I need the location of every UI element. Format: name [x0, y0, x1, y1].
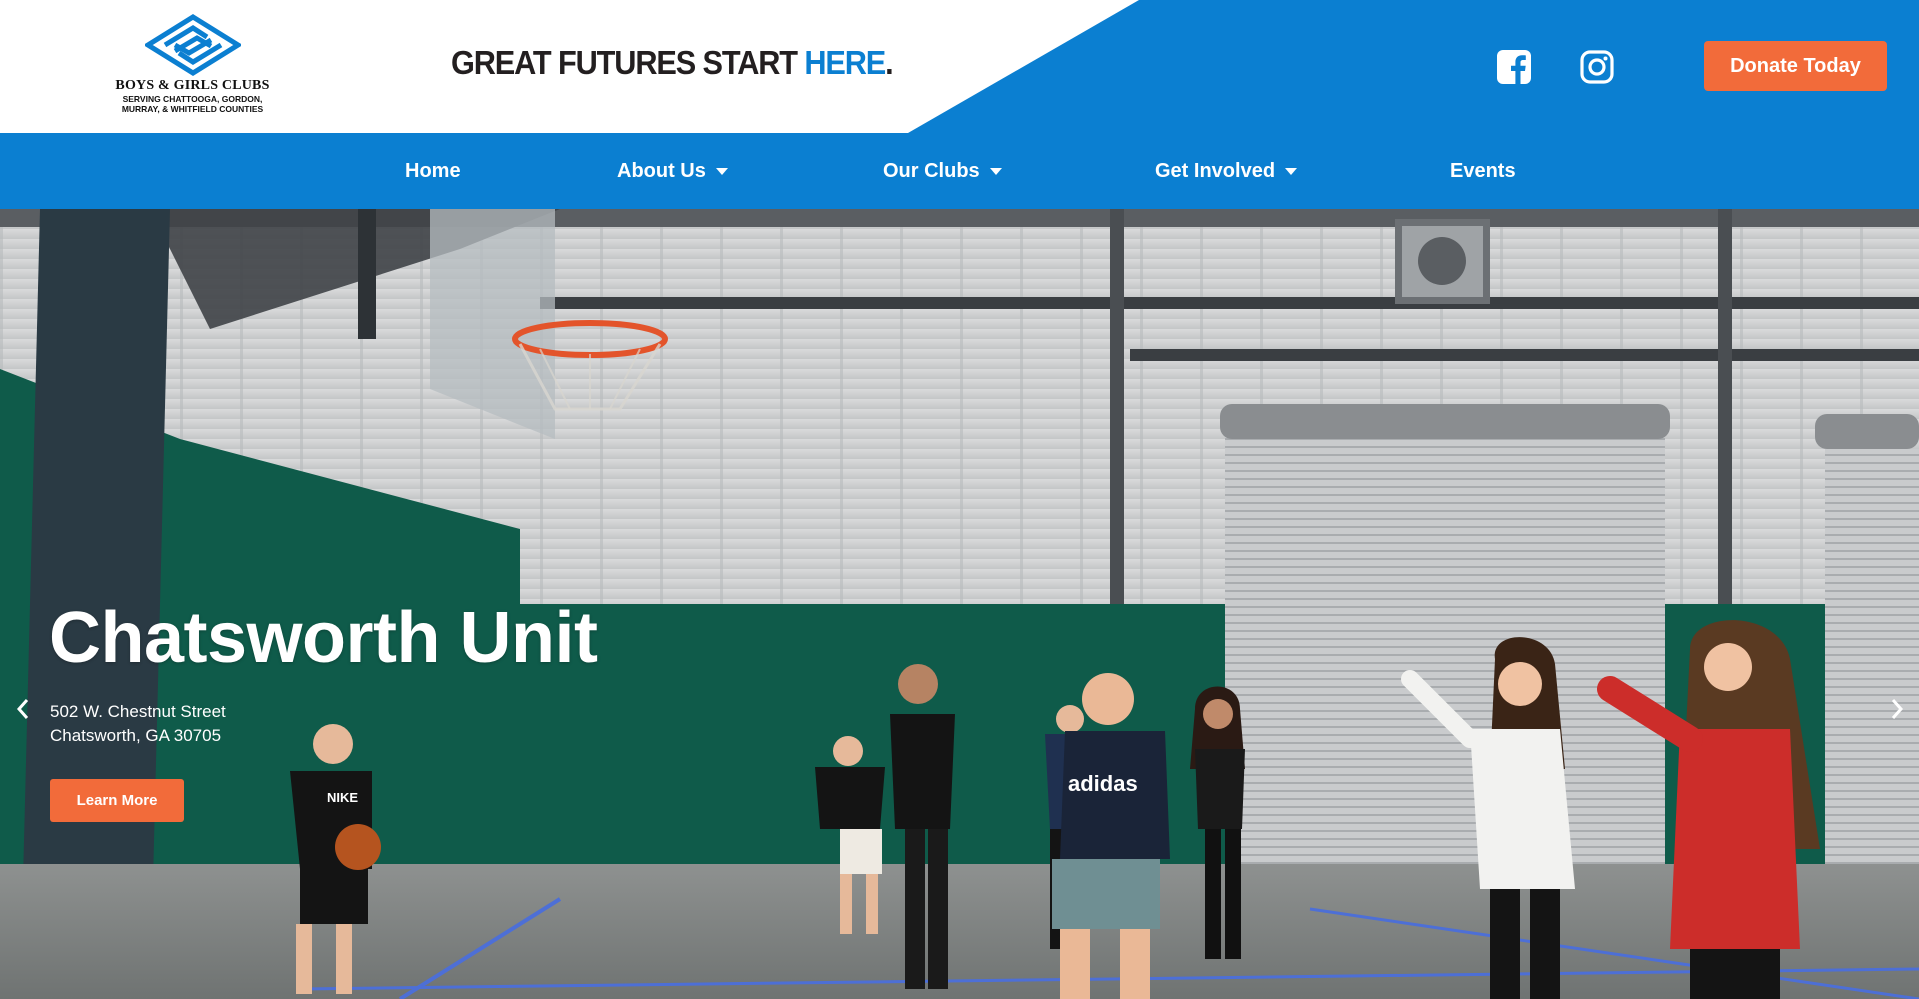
tagline: GREAT FUTURES START HERE.: [451, 44, 894, 82]
nav-item-label: Events: [1450, 159, 1516, 182]
logo-subtitle: SERVING CHATTOOGA, GORDON, MURRAY, & WHI…: [121, 94, 264, 114]
donate-button[interactable]: Donate Today: [1704, 41, 1887, 91]
instagram-icon: [1580, 50, 1614, 84]
chevron-left-icon: [16, 699, 29, 719]
main-nav: Home About Us Our Clubs Get Involved Eve…: [0, 133, 1919, 209]
tagline-main: GREAT FUTURES START: [451, 44, 805, 81]
slider-prev-button[interactable]: [8, 689, 38, 729]
tagline-accent: HERE: [804, 44, 886, 81]
facebook-link[interactable]: [1494, 47, 1534, 87]
nav-item-label: Our Clubs: [883, 159, 980, 182]
nav-item-label: Get Involved: [1155, 159, 1276, 182]
nav-item-events[interactable]: Events: [1450, 133, 1516, 209]
shirt-text-adidas: adidas: [1068, 771, 1138, 796]
shirt-text-nike: NIKE: [327, 790, 358, 805]
logo-name: BOYS & GIRLS CLUBS: [115, 78, 270, 93]
nav-item-about-us[interactable]: About Us: [617, 133, 728, 209]
caret-down-icon: [989, 167, 1002, 175]
nav-item-our-clubs[interactable]: Our Clubs: [883, 133, 1002, 209]
nav-item-label: About Us: [617, 159, 706, 182]
hero-title: Chatsworth Unit: [49, 598, 598, 678]
clasped-hands-logo-icon: [144, 14, 241, 76]
hero-slider: NIKE adidas Chatsworth Unit 502 W. Chest…: [0, 209, 1919, 999]
club-logo[interactable]: BOYS & GIRLS CLUBS SERVING CHATTOOGA, GO…: [105, 14, 280, 122]
caret-down-icon: [715, 167, 728, 175]
hero-address-line-1: 502 W. Chestnut Street: [50, 702, 226, 721]
tagline-end: .: [885, 44, 894, 81]
hero-address-line-2: Chatsworth, GA 30705: [50, 726, 222, 745]
instagram-link[interactable]: [1577, 47, 1617, 87]
caret-down-icon: [1285, 167, 1298, 175]
nav-item-get-involved[interactable]: Get Involved: [1155, 133, 1298, 209]
slider-next-button[interactable]: [1882, 689, 1912, 729]
site-header: BOYS & GIRLS CLUBS SERVING CHATTOOGA, GO…: [0, 0, 1919, 133]
learn-more-button[interactable]: Learn More: [50, 779, 184, 822]
nav-item-label: Home: [405, 159, 461, 182]
header-blue-band: [908, 0, 1919, 133]
chevron-right-icon: [1891, 699, 1904, 719]
nav-item-home[interactable]: Home: [405, 133, 461, 209]
facebook-icon: [1497, 50, 1531, 84]
